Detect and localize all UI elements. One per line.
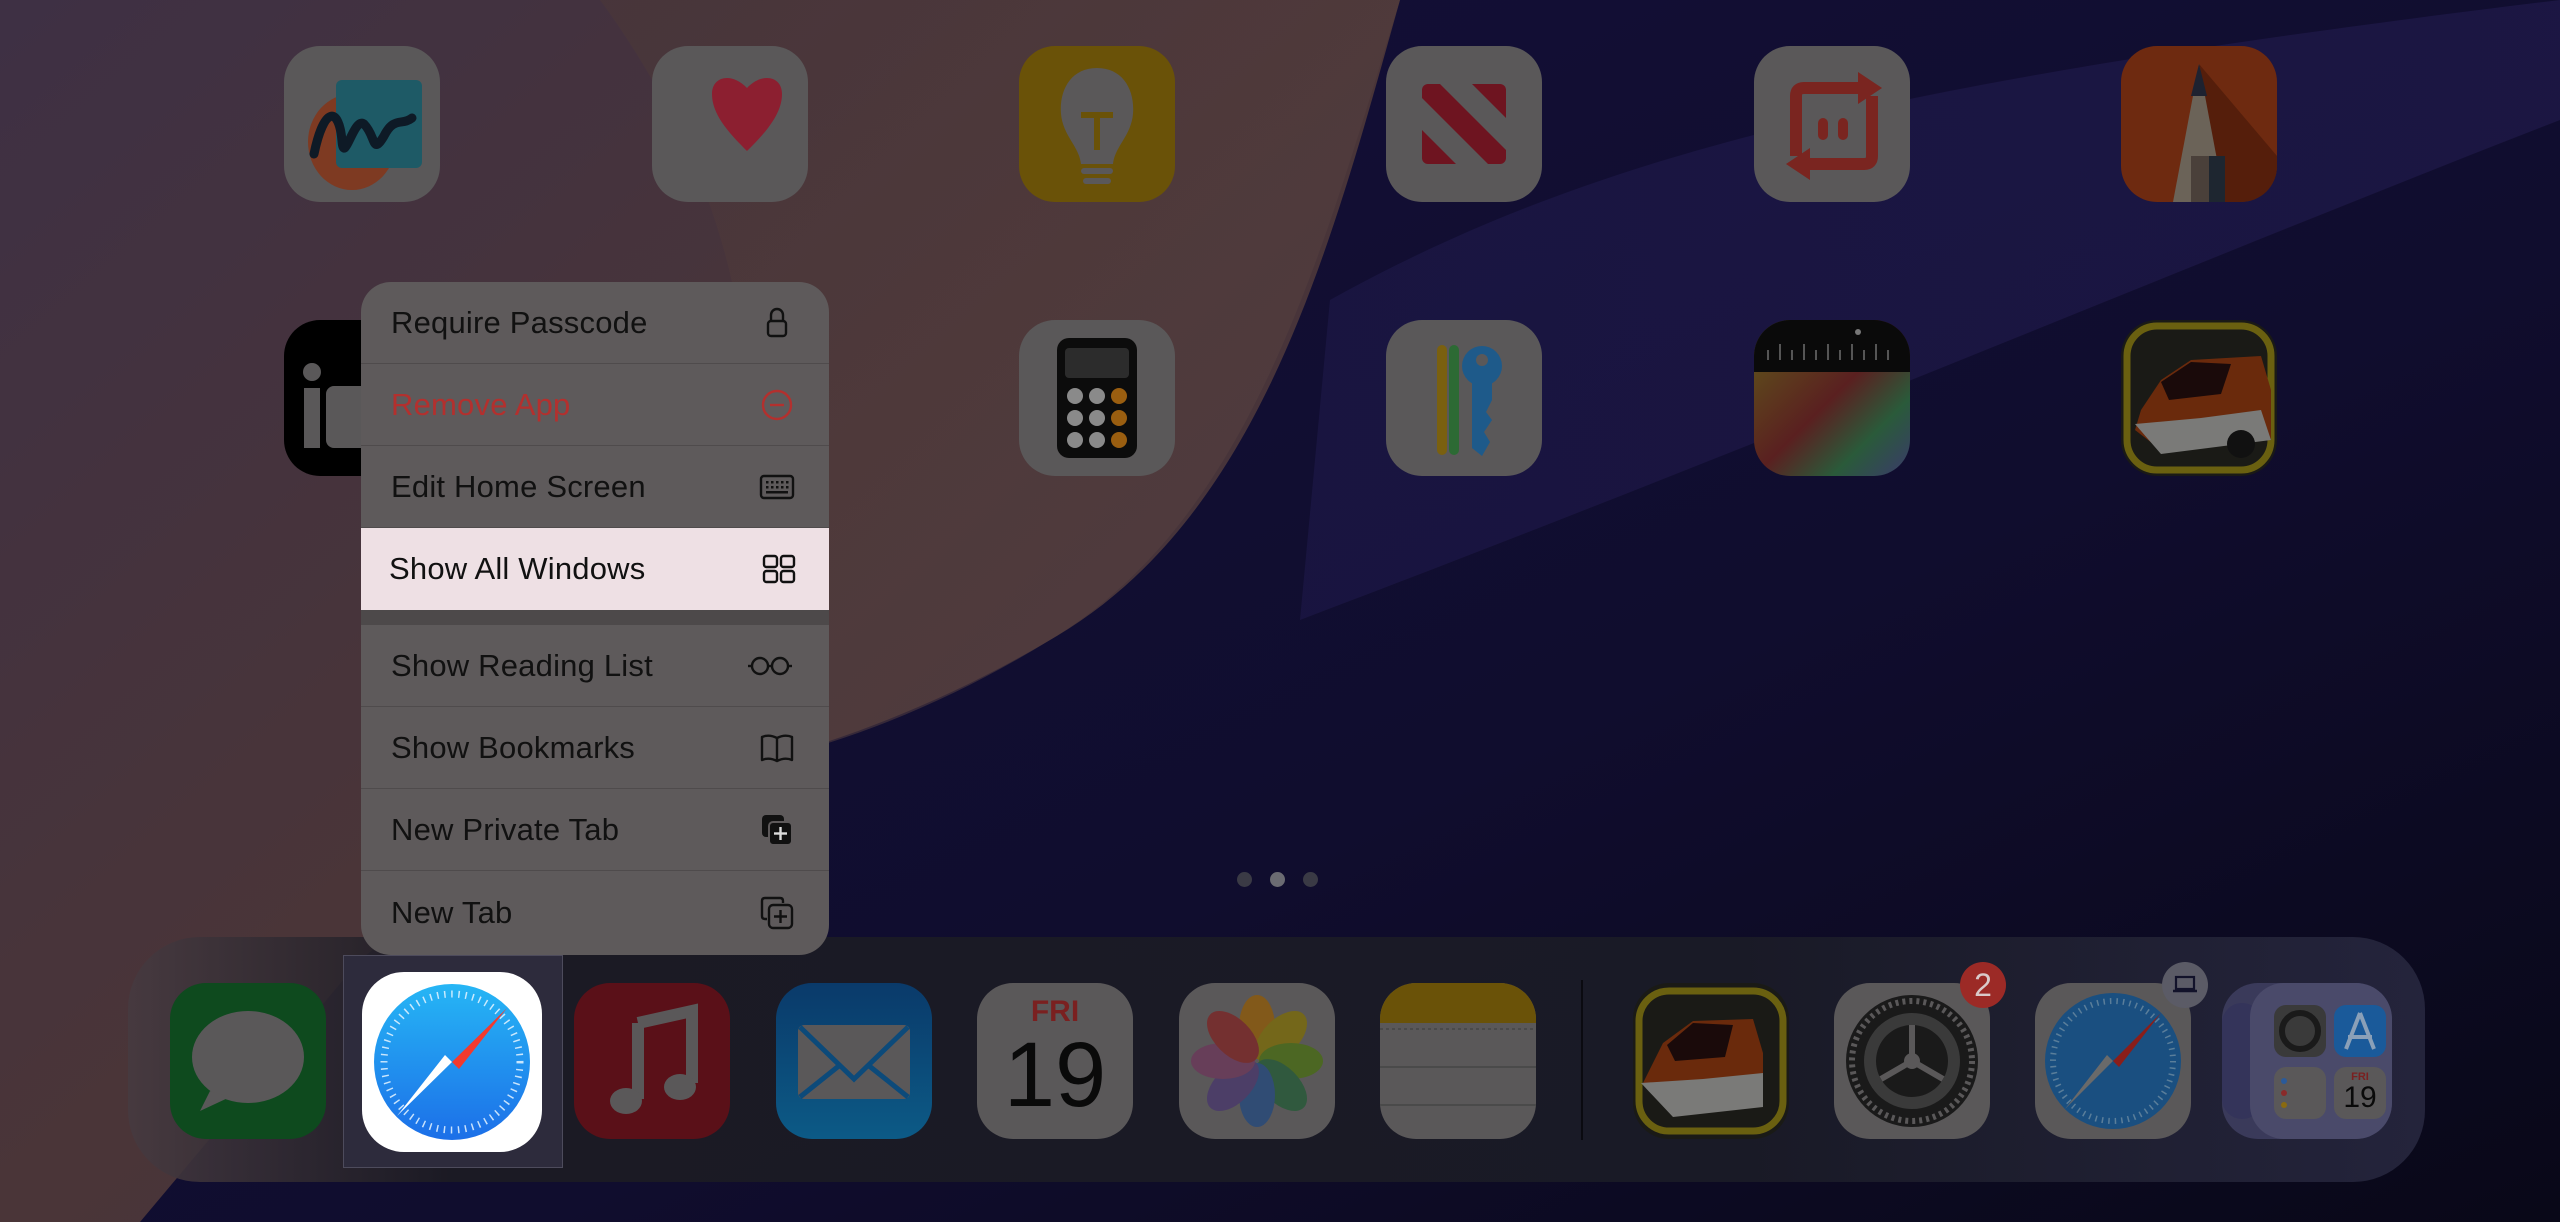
dock-app-library-folder[interactable]: FRI 19 (2222, 983, 2392, 1139)
dock-app-mail[interactable] (776, 983, 932, 1139)
lock-icon (759, 305, 795, 341)
car-game-icon (2123, 322, 2275, 474)
minus-circle-icon (759, 387, 795, 423)
app-icon-calculator[interactable] (1019, 320, 1175, 476)
menu-item-label: Edit Home Screen (391, 468, 646, 504)
news-icon (1422, 84, 1506, 164)
keyboard-icon (759, 469, 795, 505)
dock-recent-dr-driving[interactable] (1633, 983, 1789, 1139)
folder-calendar-day: 19 (2343, 1081, 2377, 1114)
app-context-menu: Require Passcode Remove App Edit Home Sc… (361, 282, 829, 955)
car-game-icon (1635, 987, 1787, 1135)
freeform-icon (308, 80, 422, 190)
notification-badge: 2 (1960, 962, 2006, 1008)
page-dot-active[interactable] (1270, 872, 1285, 887)
photos-icon (1191, 995, 1323, 1127)
calculator-icon (1057, 338, 1137, 458)
calendar-day: 19 (1003, 1024, 1107, 1126)
page-dot[interactable] (1237, 872, 1252, 887)
passwords-keys-icon (1437, 345, 1502, 456)
dock-app-notes[interactable] (1380, 983, 1536, 1139)
page-dot[interactable] (1303, 872, 1318, 887)
menu-item-new-private-tab[interactable]: New Private Tab (361, 789, 829, 871)
dock-app-calendar[interactable]: FRI 19 (977, 983, 1133, 1139)
music-icon (610, 1003, 698, 1114)
menu-item-require-passcode[interactable]: Require Passcode (361, 282, 829, 364)
laptop-icon (2173, 975, 2197, 993)
app-icon-sketchbook[interactable] (2121, 46, 2277, 202)
app-icon-level[interactable] (1754, 320, 1910, 476)
menu-item-label: Show Bookmarks (391, 729, 636, 765)
dock-app-safari[interactable] (362, 972, 542, 1152)
app-icon-passwords[interactable] (1386, 320, 1542, 476)
menu-item-label: Show All Windows (389, 551, 646, 586)
private-tab-plus-icon (759, 812, 795, 848)
menu-item-remove-app[interactable]: Remove App (361, 364, 829, 446)
messages-icon (192, 1011, 304, 1111)
menu-item-show-all-windows[interactable]: Show All Windows (361, 528, 829, 610)
menu-item-show-bookmarks[interactable]: Show Bookmarks (361, 707, 829, 789)
dock-app-messages[interactable] (170, 983, 326, 1139)
safari-icon (374, 984, 530, 1140)
mail-icon (798, 1025, 910, 1099)
health-heart-icon (712, 77, 782, 151)
dock-recent-safari[interactable] (2035, 983, 2191, 1139)
grid-icon (761, 551, 797, 587)
menu-item-label: New Private Tab (391, 811, 620, 847)
dock-app-photos[interactable] (1179, 983, 1335, 1139)
app-icon-tips[interactable] (1019, 46, 1175, 202)
dock-recent-settings[interactable] (1834, 983, 1990, 1139)
transfer-app-icon (1786, 72, 1882, 180)
app-icon-send-anywhere[interactable] (1754, 46, 1910, 202)
menu-item-label: New Tab (391, 895, 513, 930)
menu-section-separator (361, 610, 829, 625)
level-meter-icon (1754, 320, 1910, 372)
handoff-badge (2162, 962, 2208, 1008)
app-icon-news[interactable] (1386, 46, 1542, 202)
book-icon (759, 730, 795, 766)
app-icon-freeform[interactable] (284, 46, 440, 202)
notes-icon (1380, 983, 1536, 1106)
menu-item-edit-home-screen[interactable]: Edit Home Screen (361, 446, 829, 528)
app-icon-health[interactable] (652, 46, 808, 202)
safari-icon (2045, 993, 2181, 1129)
page-indicator[interactable] (1237, 872, 1318, 887)
menu-item-label: Show Reading List (391, 647, 653, 683)
menu-item-show-reading-list[interactable]: Show Reading List (361, 625, 829, 707)
menu-item-label: Require Passcode (391, 304, 648, 340)
tips-lightbulb-icon (1060, 68, 1134, 184)
pencil-app-icon (2173, 64, 2277, 202)
app-library-folder-icon (2222, 983, 2392, 1139)
dock-app-music[interactable] (574, 983, 730, 1139)
menu-item-new-tab[interactable]: New Tab (361, 871, 829, 955)
glasses-icon (745, 648, 795, 684)
dock-divider (1581, 980, 1583, 1140)
settings-gear-icon (1846, 995, 1978, 1127)
tab-plus-icon (759, 895, 795, 931)
menu-item-label: Remove App (391, 386, 571, 422)
app-icon-dr-driving[interactable] (2121, 320, 2277, 476)
